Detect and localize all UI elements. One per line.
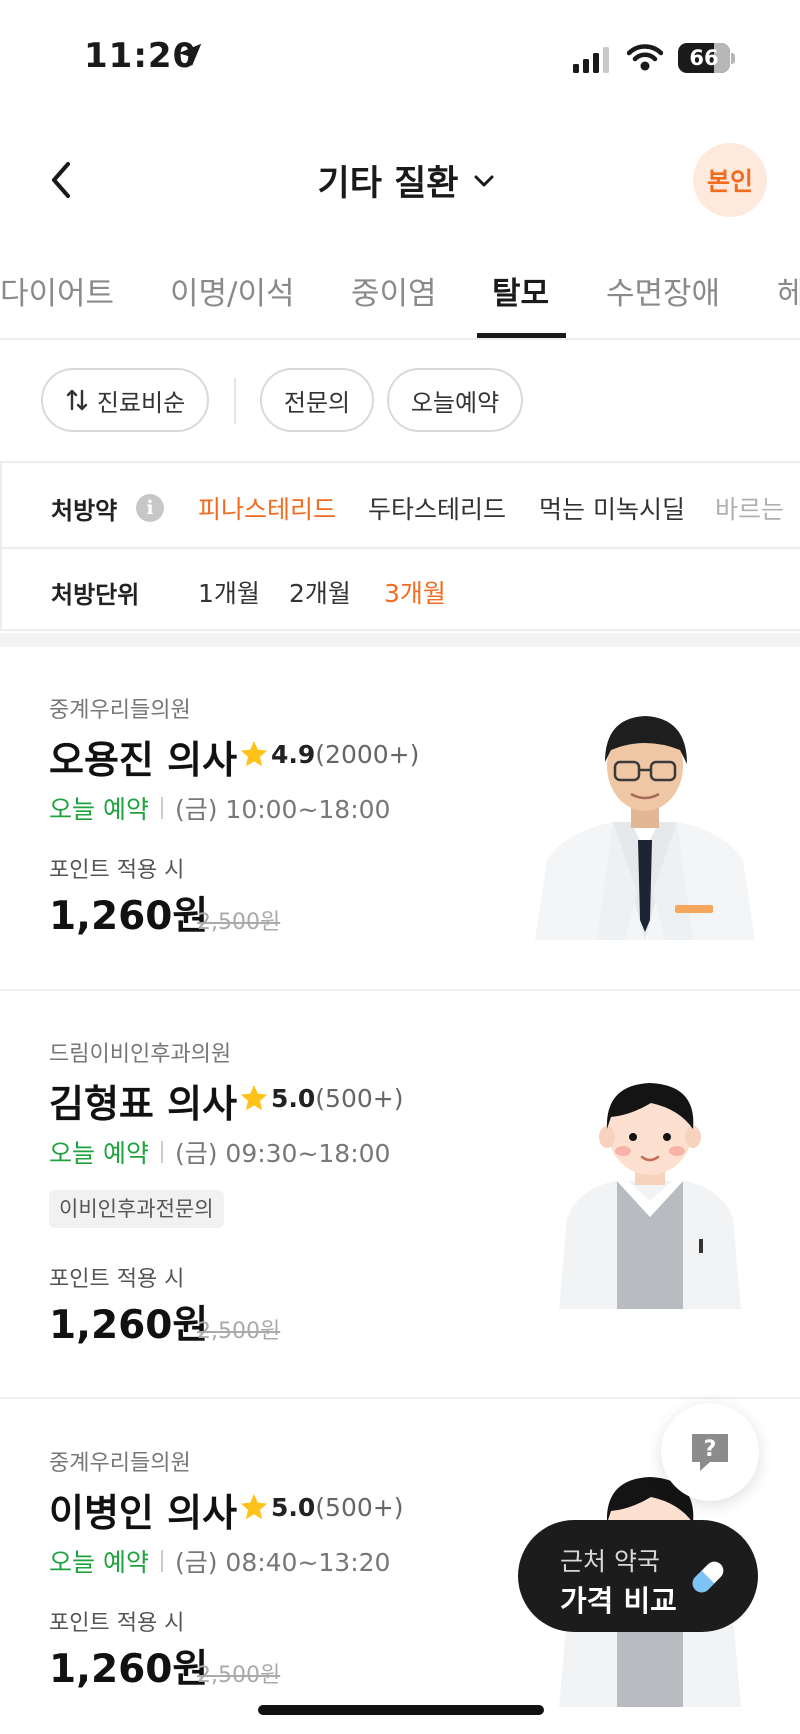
- separator: [160, 1550, 163, 1572]
- drug-option-dutasteride[interactable]: 두타스테리드: [368, 490, 506, 526]
- availability: 오늘 예약 (금) 09:30~18:00: [49, 1134, 390, 1170]
- doctor-name: 김형표 의사: [49, 1082, 238, 1126]
- point-label: 포인트 적용 시: [49, 858, 185, 883]
- point-label: 포인트 적용 시: [49, 1611, 185, 1636]
- availability: 오늘 예약 (금) 10:00~18:00: [49, 790, 390, 826]
- svg-text:?: ?: [704, 1437, 717, 1462]
- battery-indicator: 66: [678, 43, 730, 73]
- section-gap: [0, 633, 800, 647]
- drug-option-topical[interactable]: 바르는: [715, 490, 784, 526]
- doctor-illustration: [559, 1083, 741, 1309]
- doctor-name: 이병인 의사: [49, 1491, 238, 1535]
- tab-otitis[interactable]: 중이염: [351, 268, 437, 313]
- rating-score: 5.0: [271, 1083, 316, 1113]
- original-price: 2,500원: [197, 1319, 281, 1344]
- star-icon: [240, 740, 268, 767]
- clinic-name: 중계우리들의원: [49, 698, 191, 723]
- wifi-icon: [627, 44, 663, 71]
- original-price: 2,500원: [197, 910, 281, 935]
- doctor-card[interactable]: 중계우리들의원 오용진 의사 4.9 (2000+) 오늘 예약 (금) 10:…: [0, 647, 800, 991]
- sort-chip[interactable]: 진료비순: [41, 368, 209, 432]
- pharmacy-price-compare-button[interactable]: 근처 약국 가격 비교: [518, 1520, 758, 1632]
- tab-tinnitus[interactable]: 이명/이석: [170, 268, 295, 313]
- unit-option-3month[interactable]: 3개월: [384, 574, 446, 610]
- tab-more[interactable]: 헤: [777, 268, 800, 313]
- location-arrow-icon: [178, 43, 202, 67]
- pharmacy-line2: 가격 비교: [560, 1584, 677, 1618]
- battery-level: 66: [689, 46, 719, 70]
- chip-divider: [234, 378, 236, 424]
- rating-score: 4.9: [271, 739, 316, 769]
- open-status: 오늘 예약: [49, 1139, 149, 1168]
- sort-label: 진료비순: [96, 388, 186, 417]
- point-label: 포인트 적용 시: [49, 1267, 185, 1292]
- profile-badge[interactable]: 본인: [693, 143, 767, 217]
- original-price: 2,500원: [197, 1663, 281, 1688]
- star-icon: [240, 1493, 268, 1520]
- doctor-card[interactable]: 드림이비인후과의원 김형표 의사 5.0 (500+) 오늘 예약 (금) 09…: [0, 991, 800, 1399]
- review-count: (500+): [315, 1492, 404, 1522]
- specialty-tag: 이비인후과전문의: [49, 1190, 224, 1228]
- active-tab-underline: [477, 333, 566, 338]
- price: 1,260원: [49, 1647, 209, 1692]
- unit-label: 처방단위: [51, 581, 140, 609]
- status-bar: 11:20 66: [0, 0, 800, 110]
- tab-sleep-disorder[interactable]: 수면장애: [606, 268, 720, 313]
- chevron-down-icon[interactable]: [470, 168, 498, 194]
- prescription-divider: [2, 547, 800, 549]
- open-status: 오늘 예약: [49, 795, 149, 824]
- unit-option-1month[interactable]: 1개월: [198, 574, 260, 610]
- drug-option-oral-minoxidil[interactable]: 먹는 미녹시딜: [539, 490, 685, 526]
- drug-label: 처방약: [51, 497, 118, 525]
- rating-score: 5.0: [271, 1492, 316, 1522]
- category-tabs: 다이어트 이명/이석 중이염 탈모 수면장애 헤: [0, 240, 800, 340]
- open-hours: (금) 09:30~18:00: [174, 1139, 391, 1168]
- page-title[interactable]: 기타 질환: [0, 155, 800, 206]
- doctor-photo: [535, 716, 755, 940]
- help-button[interactable]: ?: [661, 1403, 759, 1501]
- info-icon[interactable]: i: [136, 494, 164, 522]
- availability: 오늘 예약 (금) 08:40~13:20: [49, 1543, 390, 1579]
- unit-option-2month[interactable]: 2개월: [289, 574, 351, 610]
- help-icon: ?: [692, 1434, 728, 1471]
- separator: [160, 1141, 163, 1163]
- rating: 5.0 (500+): [239, 1083, 403, 1113]
- review-count: (2000+): [315, 739, 420, 769]
- signal-icon: [573, 47, 609, 73]
- pharmacy-line1: 근처 약국: [560, 1547, 660, 1576]
- prescription-panel: 처방약 i 피나스테리드 두타스테리드 먹는 미녹시딜 바르는 처방단위 1개월…: [0, 461, 800, 631]
- open-status: 오늘 예약: [49, 1548, 149, 1577]
- specialist-chip[interactable]: 전문의: [260, 368, 374, 432]
- price: 1,260원: [49, 1303, 209, 1348]
- rating: 5.0 (500+): [239, 1492, 403, 1522]
- star-icon: [240, 1084, 268, 1111]
- tab-diet[interactable]: 다이어트: [0, 268, 114, 313]
- battery-tip: [731, 53, 735, 64]
- rating: 4.9 (2000+): [239, 739, 419, 769]
- price: 1,260원: [49, 894, 209, 939]
- today-booking-chip[interactable]: 오늘예약: [387, 368, 523, 432]
- drug-option-finasteride[interactable]: 피나스테리드: [198, 490, 336, 526]
- open-hours: (금) 10:00~18:00: [174, 795, 391, 824]
- home-indicator: [258, 1705, 544, 1715]
- separator: [160, 797, 163, 819]
- open-hours: (금) 08:40~13:20: [174, 1548, 391, 1577]
- clinic-name: 드림이비인후과의원: [49, 1042, 232, 1067]
- doctor-name: 오용진 의사: [49, 738, 238, 782]
- tab-hair-loss[interactable]: 탈모: [492, 268, 549, 313]
- review-count: (500+): [315, 1083, 404, 1113]
- pill-icon: [692, 1561, 724, 1593]
- sort-icon: [66, 389, 88, 411]
- clinic-name: 중계우리들의원: [49, 1451, 191, 1476]
